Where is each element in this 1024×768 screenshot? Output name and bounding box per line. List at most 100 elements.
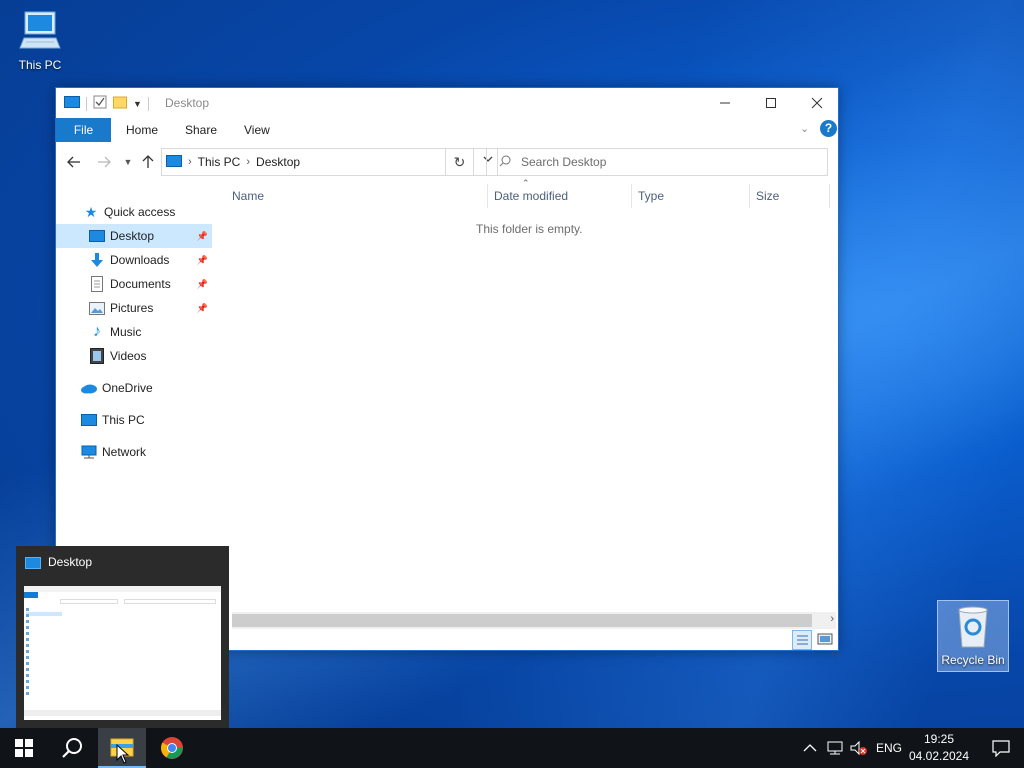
nav-item-onedrive[interactable]: OneDrive [80, 376, 212, 400]
clock-time: 19:25 [923, 732, 955, 746]
nav-item-downloads[interactable]: Downloads 📌 [56, 248, 212, 272]
pin-icon[interactable]: 📌 [197, 279, 208, 290]
nav-item-network[interactable]: Network [80, 440, 212, 464]
desktop-icon [25, 557, 41, 572]
document-icon [88, 275, 106, 293]
tab-home[interactable]: Home [114, 118, 170, 142]
file-list[interactable]: Name ⌃ Date modified Type Size This fold… [226, 178, 836, 604]
thumbnail-title: Desktop [48, 555, 93, 569]
empty-folder-message: This folder is empty. [476, 222, 583, 236]
nav-quick-access[interactable]: ★ Quick access [82, 200, 212, 224]
picture-icon [88, 299, 106, 317]
nav-label: This PC [102, 413, 145, 427]
minimize-button[interactable] [702, 88, 748, 118]
large-icons-view-button[interactable] [816, 630, 836, 650]
breadcrumb-this-pc[interactable]: This PC [198, 155, 241, 169]
desktop-icon-this-pc[interactable]: This PC [4, 8, 76, 72]
horizontal-scrollbar[interactable]: › [232, 612, 836, 629]
ribbon: File Home Share View ⌄ ? [56, 118, 838, 142]
clock[interactable]: 19:25 04.02.2024 [900, 731, 978, 765]
help-icon[interactable]: ? [820, 120, 837, 137]
search-icon [62, 738, 82, 758]
breadcrumb-desktop[interactable]: Desktop [256, 155, 300, 169]
nav-label: Downloads [110, 253, 170, 267]
input-language-indicator[interactable]: ENG [876, 728, 902, 768]
desktop-icon-recycle-bin[interactable]: Recycle Bin [937, 600, 1009, 672]
title-bar[interactable]: ▼ Desktop [56, 88, 838, 118]
mouse-cursor-icon [116, 744, 130, 764]
show-hidden-icons-button[interactable] [803, 728, 817, 768]
maximize-button[interactable] [748, 88, 794, 118]
nav-item-music[interactable]: ♪ Music [56, 320, 212, 344]
music-note-icon: ♪ [93, 323, 101, 340]
start-button[interactable] [0, 728, 48, 768]
new-folder-icon[interactable] [113, 95, 127, 112]
monitor-icon [166, 154, 182, 170]
nav-label: Desktop [110, 229, 155, 243]
nav-item-videos[interactable]: Videos [56, 344, 212, 368]
up-button[interactable] [138, 152, 158, 172]
details-view-button[interactable] [792, 630, 812, 650]
column-header-name[interactable]: Name [226, 184, 488, 208]
window-title: Desktop [165, 96, 210, 110]
volume-muted-icon[interactable] [850, 728, 868, 768]
desktop-icon [88, 227, 106, 245]
nav-item-this-pc[interactable]: This PC [80, 408, 212, 432]
nav-label: Pictures [110, 301, 154, 315]
back-button[interactable] [64, 152, 84, 172]
chevron-down-icon[interactable]: ⌄ [800, 122, 809, 135]
film-icon [88, 347, 106, 365]
cloud-icon [80, 379, 98, 397]
nav-item-documents[interactable]: Documents 📌 [56, 272, 212, 296]
forward-button[interactable] [94, 152, 114, 172]
computer-icon [16, 8, 64, 56]
computer-icon [80, 411, 98, 429]
breadcrumb-separator[interactable]: › [246, 156, 250, 168]
tab-file[interactable]: File [56, 118, 111, 142]
taskbar: ENG 19:25 04.02.2024 [0, 728, 1024, 768]
thumbnail-window-preview [24, 586, 221, 720]
customize-toolbar-icon[interactable]: ▼ [133, 99, 142, 109]
column-header-date-modified[interactable]: Date modified [488, 184, 632, 208]
notification-center-button[interactable] [978, 728, 1024, 768]
column-header-size[interactable]: Size [750, 184, 830, 208]
recycle-bin-icon [949, 603, 997, 651]
chrome-icon [161, 737, 183, 759]
clock-date: 04.02.2024 [908, 749, 970, 763]
nav-label: Quick access [104, 205, 176, 219]
nav-item-desktop[interactable]: Desktop 📌 [56, 224, 212, 248]
taskbar-thumbnail-preview[interactable]: Desktop [16, 546, 229, 728]
nav-label: Documents [110, 277, 171, 291]
windows-logo-icon [15, 739, 33, 757]
properties-icon[interactable] [93, 95, 107, 112]
breadcrumb-separator[interactable]: › [188, 156, 192, 168]
column-header-type[interactable]: Type [632, 184, 750, 208]
taskbar-file-explorer-button[interactable] [98, 728, 146, 768]
tab-share[interactable]: Share [173, 118, 229, 142]
search-input[interactable]: Search Desktop [486, 148, 828, 176]
nav-label: Music [110, 325, 142, 339]
taskbar-chrome-button[interactable] [148, 728, 196, 768]
nav-label: Videos [110, 349, 147, 363]
taskbar-search-button[interactable] [48, 728, 96, 768]
download-arrow-icon [88, 251, 106, 269]
search-icon [499, 155, 511, 170]
pin-icon[interactable]: 📌 [197, 255, 208, 266]
notification-icon [992, 740, 1010, 757]
network-icon [80, 443, 98, 461]
close-button[interactable] [794, 88, 840, 118]
pin-icon[interactable]: 📌 [197, 303, 208, 314]
separator [86, 96, 87, 111]
network-status-icon[interactable] [826, 728, 844, 768]
recent-locations-button[interactable]: ▼ [118, 152, 138, 172]
pin-icon[interactable]: 📌 [197, 231, 208, 242]
tab-view[interactable]: View [232, 118, 282, 142]
star-icon: ★ [84, 203, 98, 220]
desktop-icon-label: Recycle Bin [941, 653, 1005, 667]
nav-label: OneDrive [102, 381, 153, 395]
nav-item-pictures[interactable]: Pictures 📌 [56, 296, 212, 320]
separator [147, 96, 149, 111]
scroll-right-arrow-icon[interactable]: › [830, 613, 834, 625]
refresh-button[interactable]: ↻ [445, 148, 474, 176]
scrollbar-thumb[interactable] [232, 614, 812, 627]
